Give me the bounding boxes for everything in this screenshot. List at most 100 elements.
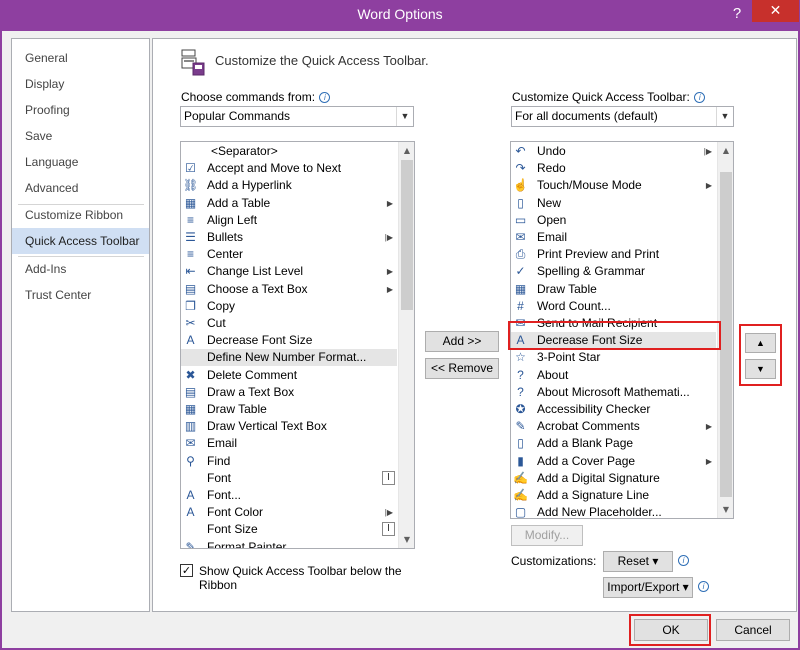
- draw-textbox-icon: ▤: [184, 384, 197, 399]
- qat-command-item[interactable]: ☝ Touch/Mouse Mode ▶: [511, 177, 716, 194]
- nav-item-proofing[interactable]: Proofing: [12, 97, 149, 123]
- available-command-item-label: Add a Hyperlink: [207, 178, 292, 193]
- nav-item-general[interactable]: General: [12, 45, 149, 71]
- available-command-item[interactable]: <Separator>: [181, 143, 397, 160]
- available-command-item[interactable]: Font Size I: [181, 521, 397, 538]
- cut-icon: ✂: [185, 316, 196, 330]
- nav-item-customize-ribbon[interactable]: Customize Ribbon: [12, 202, 149, 228]
- qat-command-item[interactable]: ▭ Open: [511, 212, 716, 229]
- qat-command-item[interactable]: ✪ Accessibility Checker: [511, 401, 716, 418]
- qat-command-item[interactable]: ↷ Redo: [511, 160, 716, 177]
- qat-command-item[interactable]: ⎙ Print Preview and Print: [511, 246, 716, 263]
- word-count-icon: #: [517, 298, 524, 313]
- info-icon[interactable]: i: [697, 579, 709, 593]
- vertical-textbox-icon: ▥: [184, 419, 197, 434]
- show-below-ribbon-checkbox[interactable]: ✓: [180, 564, 193, 577]
- qat-command-item[interactable]: ▯ Add a Blank Page: [511, 435, 716, 452]
- scroll-up-icon[interactable]: ▲: [718, 142, 733, 159]
- available-command-item[interactable]: ▥ Draw Vertical Text Box: [181, 418, 397, 435]
- available-command-item[interactable]: Define New Number Format...: [181, 349, 397, 367]
- font-color-icon: A: [186, 505, 195, 520]
- reset-button[interactable]: Reset ▾: [603, 551, 673, 572]
- available-command-item[interactable]: ✖ Delete Comment: [181, 367, 397, 384]
- available-command-item[interactable]: ▤ Choose a Text Box ▶: [181, 281, 397, 298]
- chevron-right-icon: ▶: [705, 456, 712, 466]
- available-command-item[interactable]: A Decrease Font Size: [181, 332, 397, 349]
- import-export-button[interactable]: Import/Export ▾: [603, 577, 693, 598]
- available-command-item-label: Change List Level: [207, 264, 304, 279]
- nav-item-language[interactable]: Language: [12, 149, 149, 175]
- qat-command-item-label: New: [537, 195, 562, 210]
- available-command-item-label: Font: [207, 470, 232, 485]
- available-commands-list[interactable]: ▲ ▼ <Separator> ☑ Accept and Move to Next ⛓…: [180, 141, 415, 549]
- qat-command-item[interactable]: ✉ Email: [511, 229, 716, 246]
- available-command-item[interactable]: ⚲ Find: [181, 453, 397, 470]
- dialog-footer: OK Cancel: [2, 614, 798, 648]
- remove-button[interactable]: << Remove: [425, 358, 499, 379]
- chevron-down-icon: ▼: [716, 107, 733, 126]
- available-command-item[interactable]: ⛓ Add a Hyperlink: [181, 177, 397, 194]
- available-command-item[interactable]: Font I: [181, 470, 397, 487]
- scroll-down-icon[interactable]: ▼: [718, 501, 733, 518]
- available-command-item[interactable]: A Font...: [181, 487, 397, 504]
- customize-qat-dropdown[interactable]: For all documents (default) ▼: [511, 106, 734, 127]
- available-command-item[interactable]: ≡ Align Left: [181, 212, 397, 229]
- info-icon[interactable]: i: [694, 92, 706, 103]
- qat-command-item-label: Print Preview and Print: [537, 247, 660, 262]
- scrollbar-thumb[interactable]: [720, 172, 732, 497]
- info-icon[interactable]: i: [677, 553, 689, 567]
- choose-commands-dropdown[interactable]: Popular Commands ▼: [180, 106, 414, 127]
- available-command-item[interactable]: ☑ Accept and Move to Next: [181, 160, 397, 177]
- available-command-item[interactable]: ✂ Cut: [181, 315, 397, 332]
- nav-item-advanced[interactable]: Advanced: [12, 175, 149, 201]
- available-command-item[interactable]: ▤ Draw a Text Box: [181, 384, 397, 401]
- available-command-item[interactable]: A Font Color |▶: [181, 504, 397, 521]
- nav-item-save[interactable]: Save: [12, 123, 149, 149]
- qat-command-item[interactable]: ✓ Spelling & Grammar: [511, 263, 716, 280]
- qat-command-item-label: About: [537, 367, 569, 382]
- align-left-icon: ≡: [186, 212, 194, 227]
- qat-command-item[interactable]: ? About Microsoft Mathemati...: [511, 384, 716, 401]
- available-command-item[interactable]: ≡ Center: [181, 246, 397, 263]
- nav-item-quick-access-toolbar[interactable]: Quick Access Toolbar: [12, 228, 149, 254]
- qat-command-item[interactable]: ✍ Add a Digital Signature: [511, 470, 716, 487]
- close-button[interactable]: ✕: [752, 0, 799, 22]
- modify-button[interactable]: Modify...: [511, 525, 583, 546]
- left-list-scrollbar[interactable]: ▲ ▼: [398, 142, 414, 548]
- qat-command-item[interactable]: ▢ Add New Placeholder...: [511, 504, 716, 518]
- available-command-item[interactable]: ☰ Bullets |▶: [181, 229, 397, 246]
- info-icon[interactable]: i: [319, 92, 331, 103]
- nav-item-trust-center[interactable]: Trust Center: [12, 282, 149, 308]
- available-command-item[interactable]: ✉ Email: [181, 435, 397, 452]
- available-command-item[interactable]: ▦ Draw Table: [181, 401, 397, 418]
- cancel-button[interactable]: Cancel: [716, 619, 790, 641]
- qat-command-item[interactable]: ? About: [511, 367, 716, 384]
- available-command-item[interactable]: ⇤ Change List Level ▶: [181, 263, 397, 280]
- qat-command-item[interactable]: ▦ Draw Table: [511, 281, 716, 298]
- scrollbar-thumb[interactable]: [401, 160, 413, 310]
- nav-item-display[interactable]: Display: [12, 71, 149, 97]
- show-below-ribbon-label[interactable]: Show Quick Access Toolbar below the Ribb…: [199, 564, 402, 592]
- split-chevron-icon: |▶: [703, 147, 712, 156]
- available-command-item[interactable]: ❐ Copy: [181, 298, 397, 315]
- available-command-item[interactable]: ✎ Format Painter: [181, 539, 397, 548]
- qat-command-item[interactable]: ▮ Add a Cover Page ▶: [511, 453, 716, 470]
- qat-command-item[interactable]: ↶ Undo |▶: [511, 143, 716, 160]
- qat-command-item[interactable]: ✎ Acrobat Comments ▶: [511, 418, 716, 435]
- acrobat-comments-icon: ✎: [515, 419, 526, 434]
- qat-command-item[interactable]: # Word Count...: [511, 298, 716, 315]
- available-command-item-label: Define New Number Format...: [207, 350, 367, 365]
- qat-command-item-label: Add a Cover Page: [537, 453, 636, 468]
- qat-command-item[interactable]: ▯ New: [511, 195, 716, 212]
- scroll-down-icon[interactable]: ▼: [399, 531, 414, 548]
- qat-command-item[interactable]: ☆ 3-Point Star: [511, 349, 716, 366]
- blank-page-icon: ▯: [517, 436, 524, 451]
- title-bar[interactable]: Word Options ? ✕: [0, 0, 800, 31]
- help-button[interactable]: ?: [725, 2, 749, 26]
- nav-item-add-ins[interactable]: Add-Ins: [12, 256, 149, 282]
- dialog-body: General Display Proofing Save Language A…: [2, 31, 798, 648]
- qat-command-item[interactable]: ✍ Add a Signature Line: [511, 487, 716, 504]
- scroll-up-icon[interactable]: ▲: [399, 142, 414, 159]
- add-button[interactable]: Add >>: [425, 331, 499, 352]
- available-command-item[interactable]: ▦ Add a Table ▶: [181, 195, 397, 212]
